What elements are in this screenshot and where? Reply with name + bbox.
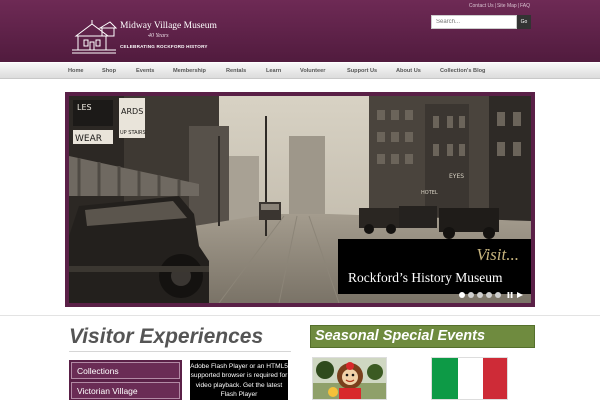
- seasonal-events-banner: Seasonal Special Events: [310, 325, 535, 348]
- logo-anniversary: 40 Years: [148, 33, 169, 39]
- site-map-link[interactable]: Site Map: [497, 3, 517, 9]
- caption-visit: Visit...: [476, 245, 519, 264]
- sign-ards: ARDS: [121, 107, 143, 116]
- sign-wear: WEAR: [75, 134, 102, 144]
- nav-volunteer[interactable]: Volunteer: [300, 63, 325, 79]
- mascot-illustration: [313, 358, 386, 399]
- slide-dot-3[interactable]: [477, 292, 483, 298]
- logo-title: Midway Village Museum: [120, 21, 217, 31]
- pause-icon[interactable]: [507, 292, 513, 298]
- nav-membership[interactable]: Membership: [173, 63, 206, 79]
- site-header: Midway Village Museum 40 Years CELEBRATI…: [0, 0, 600, 62]
- category-victorian-village[interactable]: Victorian Village: [71, 382, 180, 399]
- nav-collections-blog[interactable]: Collection's Blog: [440, 63, 485, 79]
- logo-tagline: CELEBRATING ROCKFORD HISTORY: [120, 44, 208, 49]
- seasonal-events-heading: Seasonal Special Events: [315, 328, 486, 344]
- event-mascot-photo[interactable]: [312, 357, 387, 400]
- nav-support-us[interactable]: Support Us: [347, 63, 377, 79]
- section-divider: [0, 315, 600, 316]
- search-input[interactable]: [431, 15, 517, 29]
- sign-eyes: EYES: [449, 173, 464, 180]
- top-utility-links: Contact Us|Site Map|FAQ: [469, 3, 530, 9]
- contact-us-link[interactable]: Contact Us: [469, 3, 494, 9]
- nav-shop[interactable]: Shop: [102, 63, 116, 79]
- slide-dot-5[interactable]: [495, 292, 501, 298]
- museum-building-icon: [72, 20, 118, 54]
- nav-about-us[interactable]: About Us: [396, 63, 421, 79]
- nav-home[interactable]: Home: [68, 63, 84, 79]
- sign-hotel: HOTEL: [421, 190, 438, 196]
- slide-dot-1[interactable]: [459, 292, 465, 298]
- caption-main: Rockford’s History Museum: [348, 270, 503, 285]
- faq-link[interactable]: FAQ: [520, 3, 530, 9]
- video-player-placeholder[interactable]: Adobe Flash Player or an HTML5 supported…: [190, 360, 288, 400]
- slide-dot-4[interactable]: [486, 292, 492, 298]
- next-arrow-icon[interactable]: [517, 292, 523, 298]
- visitor-heading-rule: [69, 351, 291, 352]
- slide-caption[interactable]: Visit... Rockford’s History Museum: [338, 239, 531, 294]
- italian-flag-image[interactable]: [431, 357, 508, 400]
- italian-flag-icon: [432, 358, 507, 399]
- nav-events[interactable]: Events: [136, 63, 154, 79]
- nav-learn[interactable]: Learn: [266, 63, 281, 79]
- museum-logo[interactable]: Midway Village Museum 40 Years CELEBRATI…: [70, 18, 217, 56]
- category-collections[interactable]: Collections: [71, 362, 180, 379]
- svg-text:LES: LES: [77, 103, 92, 112]
- main-navigation: Home Shop Events Membership Rentals Lear…: [0, 62, 600, 79]
- sign-upstairs: UP STAIRS: [120, 130, 146, 136]
- slide-dot-2[interactable]: [468, 292, 474, 298]
- nav-rentals[interactable]: Rentals: [226, 63, 246, 79]
- search-go-button[interactable]: Go: [517, 15, 531, 29]
- visitor-category-list: Collections Victorian Village: [69, 360, 182, 400]
- visitor-experiences-heading: Visitor Experiences: [69, 325, 264, 348]
